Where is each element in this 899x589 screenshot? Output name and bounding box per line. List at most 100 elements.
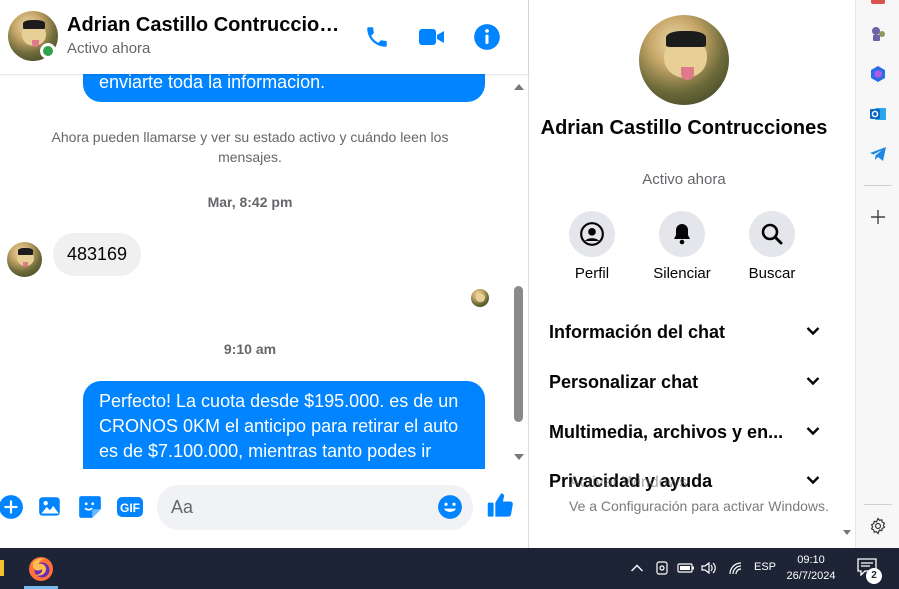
phone-icon: [367, 27, 387, 47]
firefox-icon: [29, 557, 53, 581]
sidebar-app-telegram[interactable]: [868, 144, 888, 164]
add-icon: [871, 210, 885, 224]
chevron-down-icon: [806, 427, 820, 436]
sidebar-app-games[interactable]: [868, 24, 888, 44]
file-explorer-icon[interactable]: [0, 560, 4, 576]
windows-activation-text: Ve a Configuración para activar Windows.: [569, 498, 829, 514]
video-call-button[interactable]: [415, 20, 449, 54]
chat-info-panel: Adrian Castillo Contrucciones Activo aho…: [529, 0, 855, 548]
scroll-thumb[interactable]: [514, 286, 523, 422]
panel-scroll-down-arrow[interactable]: [843, 530, 851, 535]
sidebar-separator: [864, 504, 892, 505]
online-indicator: [40, 43, 56, 59]
panel-contact-status: Activo ahora: [642, 171, 726, 188]
message-timestamp: Mar, 8:42 pm: [207, 194, 293, 210]
emoji-button[interactable]: [436, 493, 464, 521]
input-language[interactable]: ESP: [754, 561, 776, 573]
sticker-icon: [79, 496, 101, 518]
phone-call-button[interactable]: [360, 20, 394, 54]
incoming-message[interactable]: 483169: [53, 233, 142, 276]
section-media-files[interactable]: Multimedia, archivos y en...: [549, 414, 824, 450]
copilot-icon: [871, 66, 885, 82]
section-title: Personalizar chat: [549, 371, 699, 392]
emoji-icon: [438, 495, 462, 519]
firefox-taskbar-button[interactable]: [28, 556, 54, 582]
browser-sidebar: [855, 0, 899, 548]
notification-count-badge: 2: [866, 568, 882, 584]
read-receipt-avatar: [471, 289, 489, 307]
outgoing-message[interactable]: enviarte toda la informacion.: [83, 74, 485, 102]
settings-icon: [870, 517, 886, 535]
sender-avatar[interactable]: [7, 242, 42, 277]
chat-column: Adrian Castillo Contruccio… Activo ahora…: [0, 0, 528, 548]
search-label: Buscar: [748, 265, 796, 282]
outlook-icon: [870, 108, 886, 120]
clock-date: 26/7/2024: [786, 570, 836, 582]
search-icon: [761, 223, 783, 245]
sidebar-separator: [864, 185, 892, 186]
svg-text:GIF: GIF: [120, 501, 140, 515]
section-title: Multimedia, archivos y en...: [549, 421, 784, 442]
wifi-icon: [729, 562, 742, 575]
search-button[interactable]: Buscar: [732, 211, 812, 282]
sidebar-app-top[interactable]: [868, 0, 888, 10]
windows-taskbar: ESP 09:10 26/7/2024 2: [0, 548, 899, 589]
app-icon-chess: [872, 27, 885, 41]
image-icon: [39, 497, 60, 516]
chevron-up-icon: [631, 564, 643, 572]
tray-wifi-button[interactable]: [727, 559, 745, 577]
gif-button[interactable]: GIF: [115, 493, 145, 521]
contact-status: Activo ahora: [67, 40, 151, 57]
section-customize-chat[interactable]: Personalizar chat: [549, 364, 824, 400]
battery-icon: [677, 563, 694, 573]
sidebar-add-button[interactable]: [868, 207, 888, 227]
like-icon: [487, 493, 513, 517]
message-input[interactable]: [171, 485, 431, 530]
camera-icon: [656, 561, 668, 575]
tray-overflow-button[interactable]: [628, 559, 646, 577]
message-scrollbar[interactable]: [512, 74, 526, 469]
sidebar-app-outlook[interactable]: [868, 104, 888, 124]
system-clock[interactable]: 09:10 26/7/2024: [780, 552, 842, 584]
chat-info-button[interactable]: [470, 20, 504, 54]
section-chat-info[interactable]: Información del chat: [549, 314, 824, 350]
chevron-down-icon: [806, 327, 820, 336]
system-note: Ahora pueden llamarse y ver su estado ac…: [51, 129, 449, 165]
info-icon: [474, 24, 500, 50]
section-title: Información del chat: [549, 321, 726, 342]
mute-label: Silenciar: [653, 265, 711, 282]
message-composer: GIF: [0, 469, 528, 548]
clock-time: 09:10: [797, 554, 825, 566]
sticker-button[interactable]: [76, 493, 104, 521]
like-button[interactable]: [486, 491, 514, 519]
volume-icon: [701, 561, 716, 575]
chevron-down-icon: [806, 377, 820, 386]
chevron-down-icon: [806, 476, 820, 485]
plus-icon: [0, 495, 23, 519]
tray-volume-button[interactable]: [700, 559, 718, 577]
contact-profile-picture[interactable]: [639, 15, 729, 105]
video-icon: [419, 29, 444, 45]
profile-button[interactable]: Perfil: [552, 211, 632, 282]
scroll-up-arrow[interactable]: [514, 84, 524, 90]
outgoing-message[interactable]: Perfecto! La cuota desde $195.000. es de…: [83, 381, 485, 469]
tray-battery-button[interactable]: [677, 559, 695, 577]
sidebar-app-copilot[interactable]: [868, 64, 888, 84]
contact-name[interactable]: Adrian Castillo Contruccio…: [67, 14, 342, 37]
windows-activation-title: Activar Windows: [569, 474, 688, 491]
message-input-wrapper: [157, 485, 473, 530]
mute-button[interactable]: Silenciar: [642, 211, 722, 282]
profile-icon: [580, 222, 604, 246]
attach-image-button[interactable]: [36, 493, 64, 521]
panel-contact-name: Adrian Castillo Contrucciones: [540, 117, 828, 139]
more-actions-button[interactable]: [0, 493, 25, 521]
gif-icon: GIF: [117, 497, 143, 517]
profile-label: Perfil: [574, 265, 610, 282]
message-timestamp: 9:10 am: [223, 341, 277, 357]
chat-header: Adrian Castillo Contruccio… Activo ahora: [0, 0, 528, 74]
message-list[interactable]: enviarte toda la informacion. Ahora pued…: [0, 74, 512, 469]
bell-icon: [674, 224, 690, 245]
sidebar-settings-button[interactable]: [868, 516, 888, 536]
scroll-down-arrow[interactable]: [514, 454, 524, 460]
tray-meet-button[interactable]: [653, 559, 671, 577]
